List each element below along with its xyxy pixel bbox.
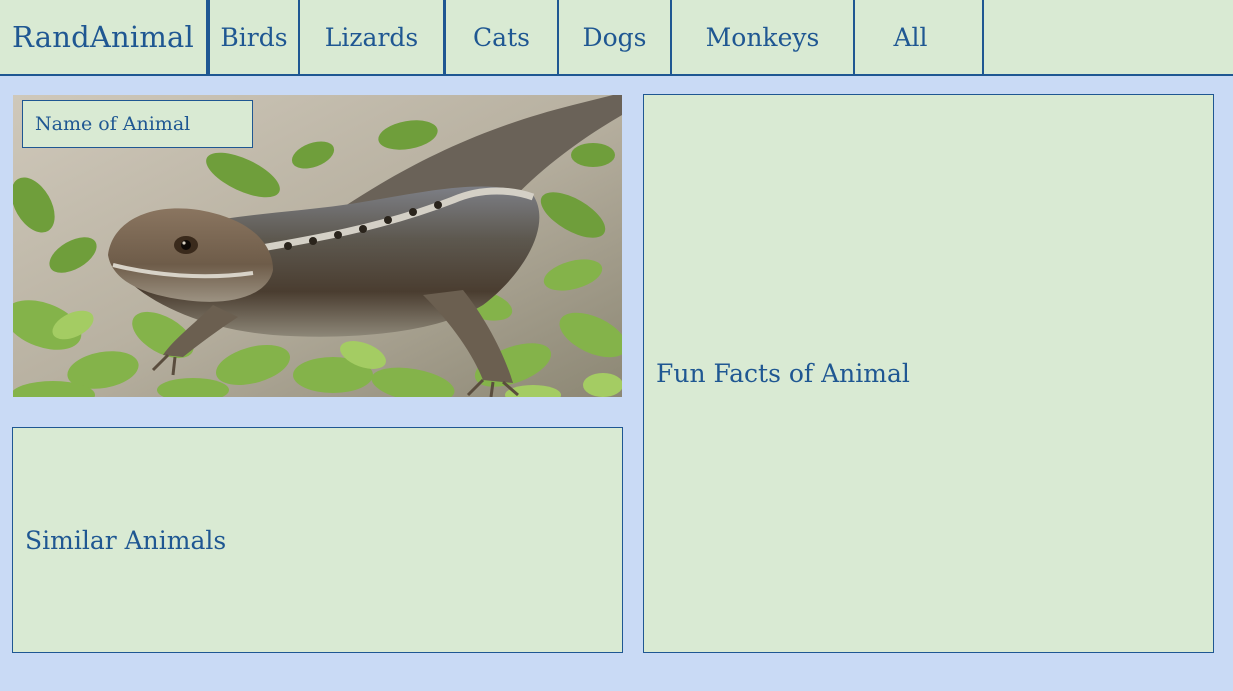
fun-facts-panel: Fun Facts of Animal bbox=[643, 94, 1214, 653]
nav-tab-all[interactable]: All bbox=[853, 0, 984, 74]
nav-tab-birds[interactable]: Birds bbox=[208, 0, 300, 74]
fun-facts-title: Fun Facts of Animal bbox=[656, 359, 910, 388]
nav-tab-dogs[interactable]: Dogs bbox=[557, 0, 672, 74]
similar-animals-title: Similar Animals bbox=[25, 525, 227, 555]
animal-name-label: Name of Animal bbox=[22, 100, 253, 148]
animal-image: Name of Animal bbox=[13, 95, 622, 397]
nav-tab-lizards[interactable]: Lizards bbox=[298, 0, 445, 74]
top-navbar: RandAnimal Birds Lizards Cats Dogs Monke… bbox=[0, 0, 1233, 76]
nav-tab-cats[interactable]: Cats bbox=[444, 0, 559, 74]
nav-tab-monkeys[interactable]: Monkeys bbox=[670, 0, 855, 74]
site-logo[interactable]: RandAnimal bbox=[0, 0, 208, 74]
similar-animals-panel: Similar Animals bbox=[12, 427, 623, 653]
